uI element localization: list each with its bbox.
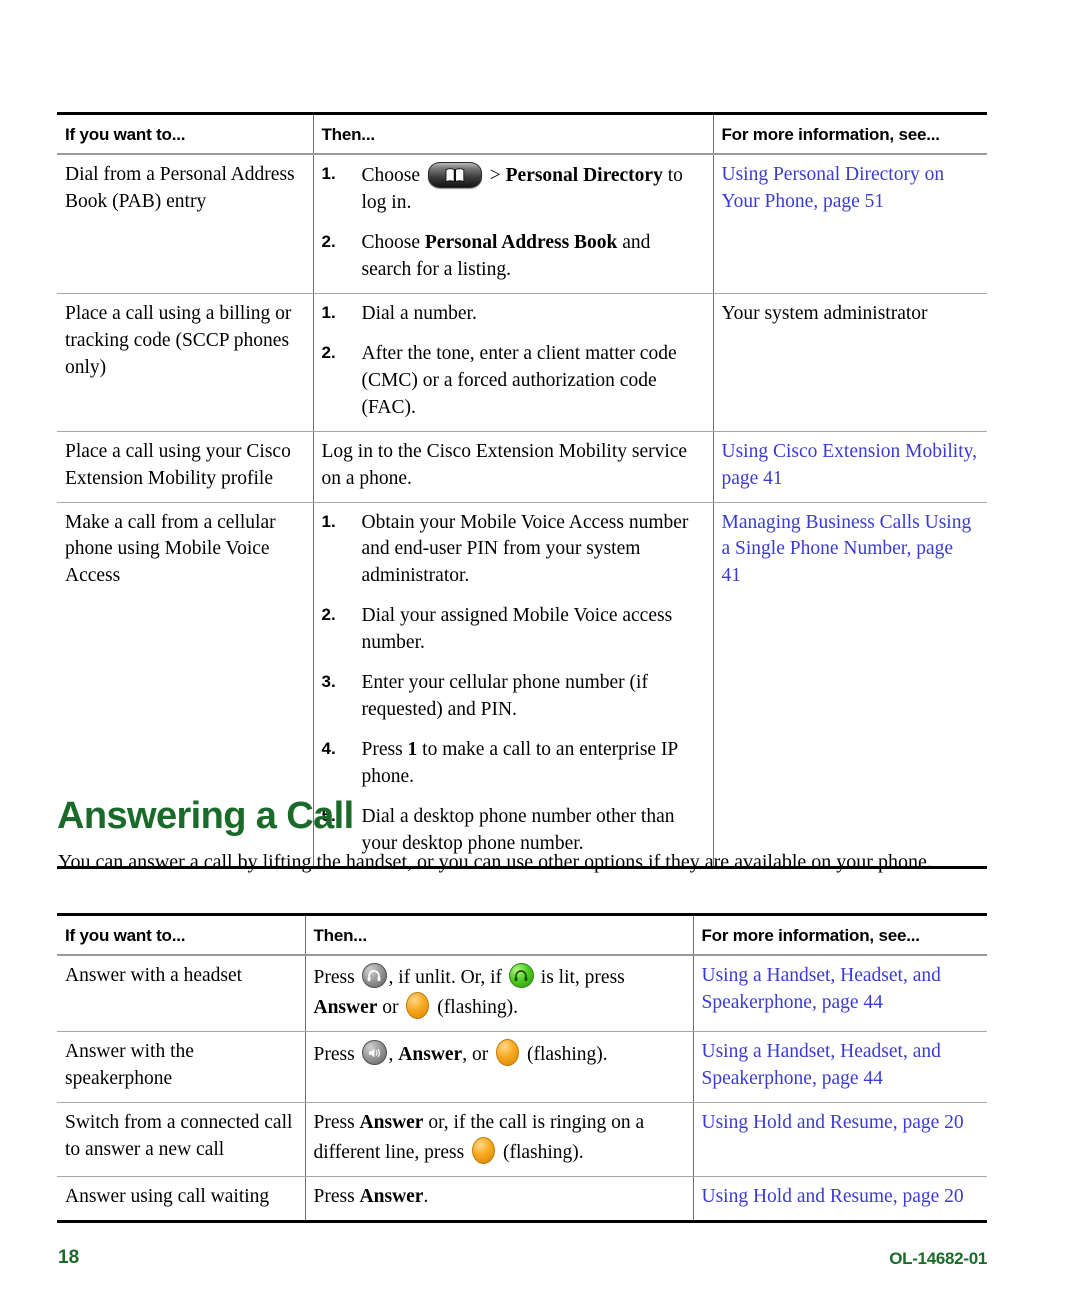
then-text: Press Answer or, if the call is ringing … xyxy=(313,1112,645,1164)
page-title: Answering a Call xyxy=(57,795,354,837)
line-button-amber-icon[interactable] xyxy=(472,1136,496,1164)
cell-want-to: Switch from a connected call to answer a… xyxy=(57,1102,305,1177)
step-item: 1. Dial a number. xyxy=(322,301,703,328)
intro-paragraph: You can answer a call by lifting the han… xyxy=(58,851,932,873)
cell-then: Press , if unlit. Or, if is lit, press A… xyxy=(304,955,693,1033)
cell-want-to: Answer with a headset xyxy=(57,955,305,1033)
line-button-amber-icon[interactable] xyxy=(496,1039,520,1067)
then-text: Press Answer. xyxy=(313,1185,429,1207)
table-header-row: If you want to... Then... For more infor… xyxy=(57,113,987,156)
step-list: 1. Dial a number. 2. After the tone, ent… xyxy=(322,301,703,422)
step-number: 2. xyxy=(321,605,336,625)
step-item: 1. Choose > Personal Directory to log in… xyxy=(322,162,703,217)
more-info-text: Your system administrator xyxy=(721,303,928,325)
cell-want-to: Answer with the speakerphone xyxy=(57,1031,305,1104)
headset-glyph xyxy=(367,970,381,982)
table-row: Answer with a headset Press , if unlit. … xyxy=(57,955,987,1033)
step-text: After the tone, enter a client matter co… xyxy=(361,342,677,418)
step-number: 3. xyxy=(321,672,336,692)
step-item: 2. Choose Personal Address Book and sear… xyxy=(322,230,703,284)
column-header-then: Then... xyxy=(312,113,713,156)
then-text: Log in to the Cisco Extension Mobility s… xyxy=(321,440,688,489)
step-item: 3. Enter your cellular phone number (if … xyxy=(322,670,703,724)
step-text: Choose > Personal Directory to log in. xyxy=(362,162,683,213)
cross-reference-link[interactable]: Using Personal Directory on Your Phone, … xyxy=(722,164,945,212)
step-number: 2. xyxy=(321,232,336,252)
step-text: Obtain your Mobile Voice Access number a… xyxy=(361,511,689,587)
cell-more-info: Using a Handset, Headset, and Speakerpho… xyxy=(692,1031,987,1104)
headset-unlit-icon[interactable] xyxy=(361,963,387,989)
headset-glyph xyxy=(515,970,528,982)
step-text: Choose Personal Address Book and search … xyxy=(361,232,651,281)
table-row: Dial from a Personal Address Book (PAB) … xyxy=(57,154,987,295)
cell-want-to: Place a call using a billing or tracking… xyxy=(57,293,313,432)
step-number: 1. xyxy=(321,164,336,184)
cell-want-to: Dial from a Personal Address Book (PAB) … xyxy=(57,154,313,295)
cell-then: Press Answer or, if the call is ringing … xyxy=(304,1102,693,1177)
footer-page-number: 18 xyxy=(58,1247,80,1268)
table-row: Answer with the speakerphone Press , Ans… xyxy=(57,1031,987,1104)
step-text: Press 1 to make a call to an enterprise … xyxy=(361,738,678,787)
then-text: Press , Answer, or (flashing). xyxy=(314,1039,683,1069)
directories-button-icon[interactable] xyxy=(427,162,482,189)
cell-more-info: Using Hold and Resume, page 20 xyxy=(692,1176,987,1222)
cell-more-info: Your system administrator xyxy=(712,293,987,432)
step-text: Dial a number. xyxy=(361,303,477,325)
column-header-for-more-information: For more information, see... xyxy=(692,914,987,957)
then-text: Press , if unlit. Or, if is lit, press A… xyxy=(314,963,683,1022)
step-text: Dial your assigned Mobile Voice access n… xyxy=(361,605,673,654)
cell-more-info: Using Hold and Resume, page 20 xyxy=(692,1102,987,1177)
step-item: 2. After the tone, enter a client matter… xyxy=(322,341,703,422)
speaker-glyph xyxy=(369,1048,380,1058)
cell-more-info: Using Cisco Extension Mobility, page 41 xyxy=(712,431,987,503)
step-list: 1. Obtain your Mobile Voice Access numbe… xyxy=(322,510,703,858)
cross-reference-link[interactable]: Using Cisco Extension Mobility, page 41 xyxy=(722,441,978,489)
step-item: 2. Dial your assigned Mobile Voice acces… xyxy=(322,603,703,657)
step-number: 4. xyxy=(321,738,336,758)
step-list: 1. Choose > Personal Directory to log in… xyxy=(322,162,703,284)
cross-reference-link[interactable]: Using a Handset, Headset, and Speakerpho… xyxy=(702,1041,941,1089)
step-text: Enter your cellular phone number (if req… xyxy=(361,672,648,720)
cell-more-info: Managing Business Calls Using a Single P… xyxy=(712,502,987,868)
cross-reference-link[interactable]: Using Hold and Resume, page 20 xyxy=(702,1186,964,1207)
speakerphone-icon[interactable] xyxy=(361,1040,387,1066)
cell-want-to: Place a call using your Cisco Extension … xyxy=(57,431,313,503)
column-header-if-you-want-to: If you want to... xyxy=(57,113,313,156)
table-header-row: If you want to... Then... For more infor… xyxy=(57,914,987,957)
footer-document-id: OL-14682-01 xyxy=(889,1249,987,1268)
cell-then: Press Answer. xyxy=(304,1176,693,1222)
dialing-options-table: If you want to... Then... For more infor… xyxy=(57,112,987,870)
table-row: Answer using call waiting Press Answer. … xyxy=(57,1176,987,1222)
cell-then: 1. Dial a number. 2. After the tone, ent… xyxy=(312,293,713,432)
open-book-glyph xyxy=(445,168,465,183)
cell-then: 1. Choose > Personal Directory to log in… xyxy=(312,154,713,295)
line-button-amber-icon[interactable] xyxy=(406,992,430,1020)
cross-reference-link[interactable]: Managing Business Calls Using a Single P… xyxy=(722,512,972,587)
cross-reference-link[interactable]: Using Hold and Resume, page 20 xyxy=(702,1112,964,1133)
document-page: If you want to... Then... For more infor… xyxy=(0,0,1080,1311)
table-row: Place a call using your Cisco Extension … xyxy=(57,431,987,503)
table-row: Place a call using a billing or tracking… xyxy=(57,293,987,432)
step-number: 1. xyxy=(321,511,336,531)
column-header-then: Then... xyxy=(304,914,693,957)
column-header-if-you-want-to: If you want to... xyxy=(57,914,305,957)
step-text: Dial a desktop phone number other than y… xyxy=(361,805,675,854)
cell-then: Log in to the Cisco Extension Mobility s… xyxy=(312,431,713,503)
cell-then: Press , Answer, or (flashing). xyxy=(304,1031,693,1104)
answering-options-table: If you want to... Then... For more infor… xyxy=(57,913,987,1223)
table-row: Switch from a connected call to answer a… xyxy=(57,1102,987,1177)
column-header-for-more-information: For more information, see... xyxy=(712,113,987,156)
cell-then: 1. Obtain your Mobile Voice Access numbe… xyxy=(312,502,713,868)
step-item: 4. Press 1 to make a call to an enterpri… xyxy=(322,737,703,791)
headset-lit-icon[interactable] xyxy=(508,963,534,989)
step-number: 1. xyxy=(321,303,336,323)
step-number: 2. xyxy=(321,342,336,362)
cell-more-info: Using Personal Directory on Your Phone, … xyxy=(712,154,987,295)
cell-want-to: Answer using call waiting xyxy=(65,1185,270,1207)
cell-more-info: Using a Handset, Headset, and Speakerpho… xyxy=(692,955,987,1033)
cross-reference-link[interactable]: Using a Handset, Headset, and Speakerpho… xyxy=(702,965,941,1013)
step-item: 1. Obtain your Mobile Voice Access numbe… xyxy=(322,510,703,591)
